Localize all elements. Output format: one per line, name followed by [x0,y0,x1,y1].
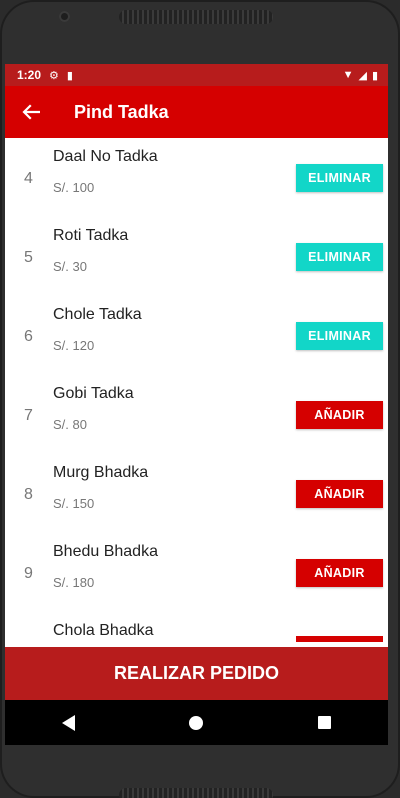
list-item: 8 Murg Bhadka S/. 150 AÑADIR [5,454,388,533]
status-time: 1:20 [17,68,42,82]
item-number: 9 [24,565,33,582]
item-number: 8 [24,486,33,503]
item-price: S/. 30 [53,259,87,274]
item-number: 6 [24,328,33,345]
add-button[interactable]: AÑADIR [296,480,383,508]
status-bar: 1:20 ⚙ ▮ ▼ ◢ ▮ [5,64,388,86]
screen: 1:20 ⚙ ▮ ▼ ◢ ▮ Pind Tadka 4 Daal No Tadk… [5,64,388,745]
item-name: Chole Tadka [53,306,142,323]
item-name: Roti Tadka [53,227,129,244]
nav-home-icon[interactable] [189,715,204,730]
item-price: S/. 80 [53,417,87,432]
remove-button[interactable]: ELIMINAR [296,164,383,192]
back-arrow-icon[interactable] [7,86,55,138]
item-name: Daal No Tadka [53,148,158,165]
wifi-icon: ▼ [342,69,354,81]
item-price: S/. 100 [53,180,95,195]
list-item: 9 Bhedu Bhadka S/. 180 AÑADIR [5,533,388,612]
item-number: 4 [24,170,33,187]
speaker-top [119,10,273,24]
add-button-partial[interactable] [296,636,383,642]
list-item: 5 Roti Tadka S/. 30 ELIMINAR [5,217,388,296]
list-item: 7 Gobi Tadka S/. 80 AÑADIR [5,375,388,454]
add-button[interactable]: AÑADIR [296,559,383,587]
battery-icon: ▮ [371,69,378,82]
nav-recents-icon[interactable] [317,716,331,729]
remove-button[interactable]: ELIMINAR [296,243,383,271]
item-number: 7 [24,407,33,424]
item-name: Chola Bhadka [53,622,154,639]
app-bar: Pind Tadka [5,86,388,138]
list-item: 4 Daal No Tadka S/. 100 ELIMINAR [5,138,388,217]
camera [59,11,70,22]
system-nav-bar [5,700,388,745]
place-order-button[interactable]: REALIZAR PEDIDO [5,647,388,700]
nav-back-icon[interactable] [62,714,76,731]
settings-icon: ⚙ [49,69,59,82]
item-price: S/. 120 [53,338,95,353]
speaker-bottom [119,788,273,798]
remove-button[interactable]: ELIMINAR [296,322,383,350]
item-name: Murg Bhadka [53,464,149,481]
list-item: 6 Chole Tadka S/. 120 ELIMINAR [5,296,388,375]
item-name: Gobi Tadka [53,385,134,402]
signal-icon: ◢ [358,69,367,82]
phone-frame: 1:20 ⚙ ▮ ▼ ◢ ▮ Pind Tadka 4 Daal No Tadk… [0,0,400,798]
menu-list[interactable]: 4 Daal No Tadka S/. 100 ELIMINAR 5 Roti … [5,138,388,647]
item-price: S/. 150 [53,496,95,511]
item-name: Bhedu Bhadka [53,543,158,560]
item-price: S/. 180 [53,575,95,590]
page-title: Pind Tadka [74,101,169,122]
sd-card-icon: ▮ [66,69,73,82]
add-button[interactable]: AÑADIR [296,401,383,429]
item-number: 5 [24,249,33,266]
